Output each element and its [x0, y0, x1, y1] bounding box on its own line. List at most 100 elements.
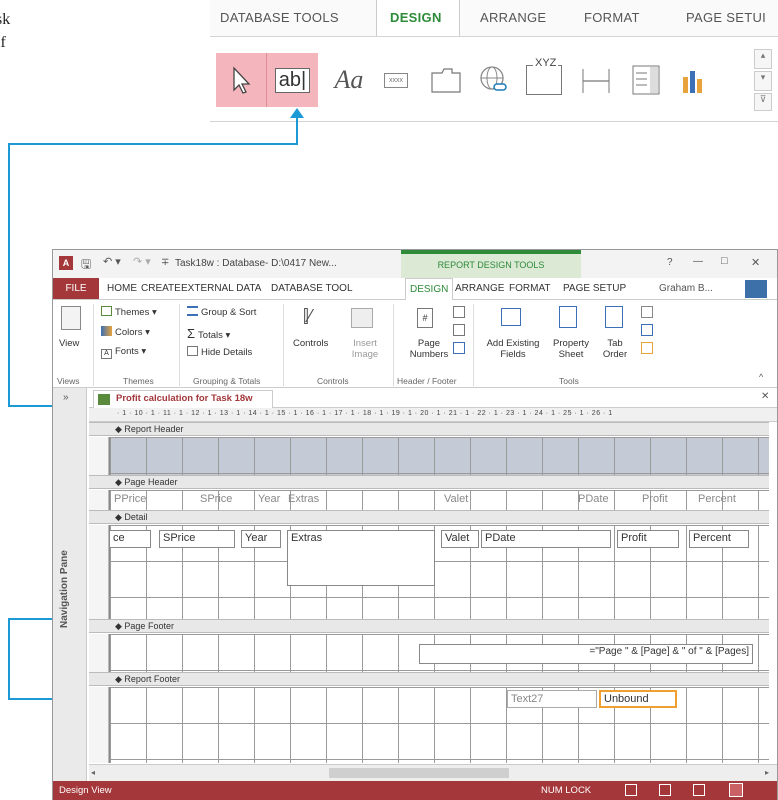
label-valet[interactable]: Valet: [441, 491, 471, 509]
gallery-scroll-down[interactable]: ▾: [754, 71, 772, 91]
view-code-icon[interactable]: [641, 324, 653, 336]
section-report-header[interactable]: ◆ Report Header: [89, 422, 769, 436]
label-pprice[interactable]: PPrice: [111, 491, 149, 509]
close-button[interactable]: ✕: [751, 256, 760, 269]
scrollbar-thumb[interactable]: [329, 768, 509, 778]
tab-order-button[interactable]: Tab Order: [599, 338, 631, 360]
undo-icon[interactable]: ↶ ▾: [103, 255, 121, 268]
print-preview-icon[interactable]: [659, 784, 671, 796]
section-page-header[interactable]: ◆ Page Header: [89, 475, 769, 489]
label-sprice[interactable]: SPrice: [197, 491, 235, 509]
label-pdate[interactable]: PDate: [575, 491, 612, 509]
customize-qat-icon[interactable]: ∓: [161, 257, 169, 268]
close-document-icon[interactable]: ✕: [761, 391, 769, 402]
textbox-tool-button[interactable]: ab|: [266, 53, 318, 107]
title-icon[interactable]: [453, 324, 465, 336]
select-tool-button[interactable]: [216, 53, 266, 107]
add-existing-fields-button[interactable]: Add Existing Fields: [481, 338, 545, 360]
field-profit[interactable]: Profit: [617, 530, 679, 548]
tab-database-tool[interactable]: DATABASE TOOL: [271, 283, 353, 294]
property-sheet-button[interactable]: Property Sheet: [549, 338, 593, 360]
redo-icon[interactable]: ↷ ▾: [133, 255, 151, 268]
label-text27[interactable]: Text27: [507, 690, 597, 708]
avatar[interactable]: [745, 280, 767, 298]
tab-page-setup[interactable]: PAGE SETUI: [686, 10, 766, 25]
tab-arrange[interactable]: ARRANGE: [480, 10, 546, 25]
scroll-right-icon[interactable]: ▸: [765, 768, 769, 777]
option-group-tool-button[interactable]: XYZ: [520, 53, 568, 107]
layout-view-icon[interactable]: [693, 784, 705, 796]
report-header-area[interactable]: [109, 437, 769, 475]
colors-button[interactable]: Colors ▾: [101, 326, 150, 338]
chart-tool-button[interactable]: [672, 53, 716, 107]
report-view-icon[interactable]: [625, 784, 637, 796]
tab-create[interactable]: CREATE: [141, 283, 181, 294]
page-numbers-button[interactable]: Page Numbers: [409, 338, 449, 360]
design-view-icon[interactable]: [729, 783, 743, 797]
tab-design[interactable]: DESIGN: [390, 10, 442, 25]
maximize-button[interactable]: □: [721, 255, 728, 267]
navigation-pane[interactable]: » Navigation Pane: [53, 388, 87, 781]
field-percent[interactable]: Percent: [689, 530, 749, 548]
save-icon[interactable]: 🖫: [81, 255, 91, 276]
controls-button[interactable]: Controls: [293, 338, 328, 349]
gallery-more-button[interactable]: ⊽: [754, 93, 772, 111]
date-time-icon[interactable]: [453, 342, 465, 354]
group-label-themes: Themes: [123, 376, 154, 386]
logo-icon[interactable]: [453, 306, 465, 318]
scroll-left-icon[interactable]: ◂: [91, 768, 95, 777]
label-profit[interactable]: Profit: [639, 491, 671, 509]
divider: [473, 304, 474, 386]
help-button[interactable]: ?: [667, 257, 673, 268]
document-tab[interactable]: Profit calculation for Task 18w: [93, 390, 273, 408]
textbox-icon: ab|: [274, 67, 311, 93]
label-year[interactable]: Year: [255, 491, 283, 509]
label-tool-button[interactable]: Aa: [326, 53, 372, 107]
tab-external-data[interactable]: EXTERNAL DATA: [181, 283, 261, 294]
user-account[interactable]: Graham B...: [659, 283, 713, 294]
expand-nav-icon[interactable]: »: [63, 392, 69, 403]
themes-button[interactable]: Themes ▾: [101, 306, 157, 318]
hide-details-button[interactable]: Hide Details: [187, 346, 252, 358]
insert-image-button[interactable]: Insert Image: [345, 338, 385, 360]
field-pprice[interactable]: ce: [109, 530, 151, 548]
tab-file[interactable]: FILE: [53, 278, 99, 299]
gallery-scroll-up[interactable]: ▴: [754, 49, 772, 69]
tab-page-setup[interactable]: PAGE SETUP: [563, 283, 626, 294]
totals-button[interactable]: Σ Totals ▾: [187, 326, 230, 341]
group-sort-button[interactable]: Group & Sort: [187, 306, 256, 318]
horizontal-scrollbar[interactable]: ◂ ▸: [89, 764, 777, 781]
section-report-footer[interactable]: ◆ Report Footer: [89, 672, 769, 686]
subform-icon[interactable]: [641, 306, 653, 318]
tab-format[interactable]: FORMAT: [509, 283, 550, 294]
section-detail[interactable]: ◆ Detail: [89, 510, 769, 524]
fonts-button[interactable]: A Fonts ▾: [101, 346, 146, 359]
label-percent[interactable]: Percent: [695, 491, 739, 509]
page-break-tool-button[interactable]: [574, 53, 618, 107]
field-pdate[interactable]: PDate: [481, 530, 611, 548]
title-bar: A 🖫 ↶ ▾ ↷ ▾ ∓ Task18w : Database- D:\041…: [53, 250, 777, 278]
field-extras[interactable]: Extras: [287, 530, 435, 586]
label-extras[interactable]: Extras: [285, 491, 322, 509]
view-button[interactable]: View: [59, 338, 79, 349]
field-valet[interactable]: Valet: [441, 530, 479, 548]
combo-box-tool-button[interactable]: [624, 53, 668, 107]
field-page-number-expression[interactable]: ="Page " & [Page] & " of " & [Pages]: [419, 644, 753, 664]
field-unbound-selected[interactable]: Unbound: [599, 690, 677, 708]
tab-control-tool-button[interactable]: [424, 53, 468, 107]
tab-database-tools[interactable]: DATABASE TOOLS: [220, 10, 339, 25]
tab-format[interactable]: FORMAT: [584, 10, 640, 25]
hyperlink-tool-button[interactable]: [472, 53, 516, 107]
tab-home[interactable]: HOME: [107, 283, 137, 294]
convert-macros-icon[interactable]: [641, 342, 653, 354]
field-year[interactable]: Year: [241, 530, 281, 548]
button-tool-button[interactable]: xxxx: [374, 53, 418, 107]
connector-line: [8, 143, 10, 406]
ribbon-design: View Themes ▾ Colors ▾ A Fonts ▾ Group & …: [53, 300, 777, 388]
collapse-ribbon-icon[interactable]: ^: [759, 372, 763, 382]
tab-design-active[interactable]: DESIGN: [405, 278, 454, 300]
minimize-button[interactable]: —: [693, 256, 703, 267]
field-sprice[interactable]: SPrice: [159, 530, 235, 548]
section-page-footer[interactable]: ◆ Page Footer: [89, 619, 769, 633]
tab-arrange[interactable]: ARRANGE: [455, 283, 504, 294]
